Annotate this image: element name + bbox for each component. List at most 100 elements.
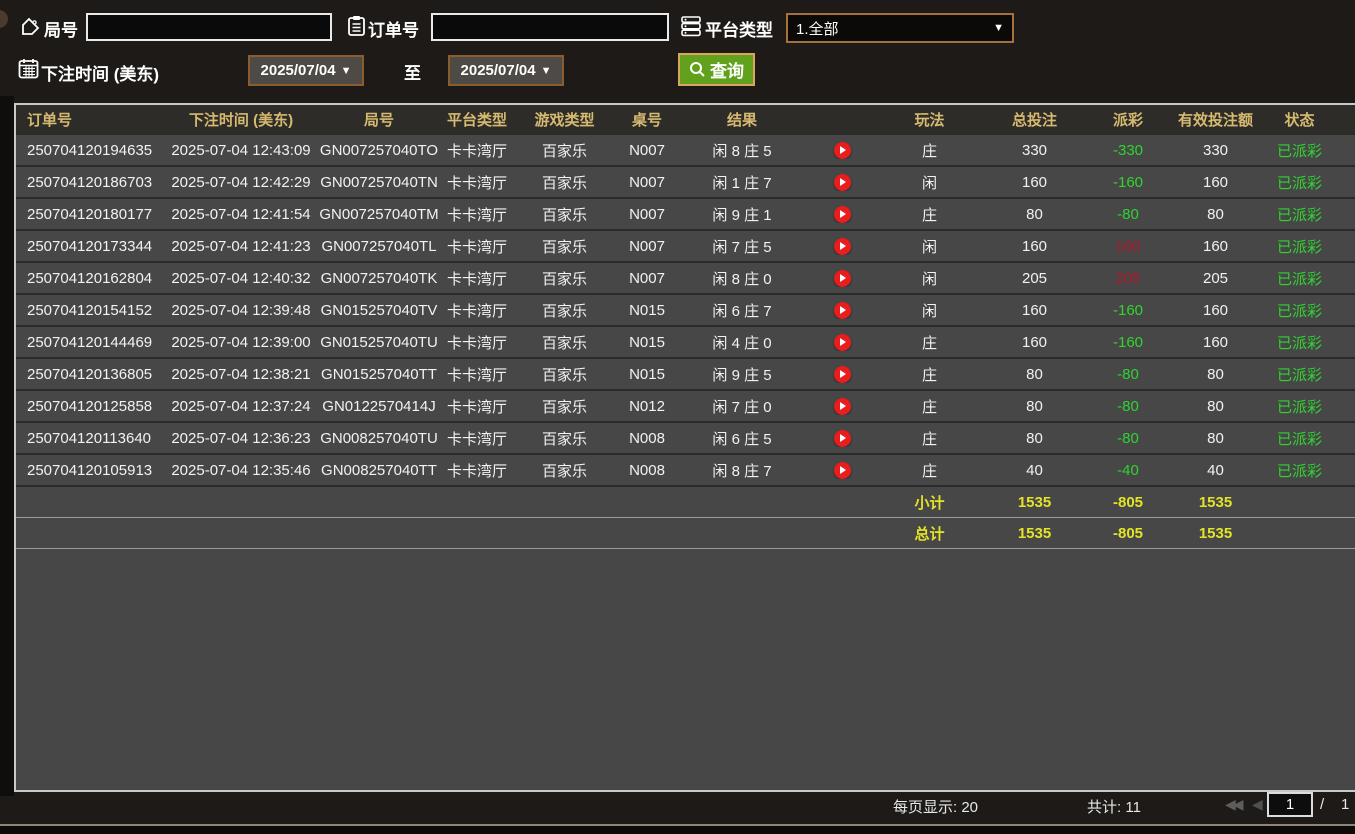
query-button[interactable]: 查询 (678, 53, 755, 86)
cell-round-id: GN015257040TT (321, 365, 437, 383)
cell-bet-time: 2025-07-04 12:40:32 (171, 269, 311, 287)
date-to-picker[interactable]: 2025/07/04 ▼ (448, 55, 564, 86)
cell-platform: 卡卡湾厅 (446, 302, 507, 320)
cell-platform: 卡卡湾厅 (446, 430, 507, 448)
cell-round-id: GN007257040TN (320, 173, 438, 191)
cell-order-id: 250704120125858 (27, 397, 153, 415)
table-row[interactable]: 250704120113640 2025-07-04 12:36:23 GN00… (16, 421, 1355, 453)
page-number-input[interactable] (1267, 792, 1313, 817)
pagination-bar: 每页显示: 20 共计: 11 ◀◀ ◀ / 1 (0, 790, 1355, 826)
cell-valid-bet: 160 (1202, 333, 1229, 351)
bet-records-table: 订单号 下注时间 (美东) 局号 平台类型 游戏类型 桌号 结果 玩法 总投注 派彩 有效投注额 状态… (14, 103, 1355, 792)
cell-round-id: GN015257040TV (320, 301, 438, 319)
cell-game-type: 百家乐 (541, 142, 587, 160)
cell-order-id: 250704120105913 (27, 461, 153, 479)
play-video-icon[interactable] (833, 397, 851, 415)
cell-result: 闲 4 庄 0 (712, 334, 772, 352)
table-row[interactable]: 250704120105913 2025-07-04 12:35:46 GN00… (16, 453, 1355, 485)
order-number-input[interactable] (431, 13, 669, 41)
cell-round-id: GN007257040TM (319, 205, 439, 223)
prev-page-icon[interactable]: ◀ (1252, 796, 1263, 813)
cell-total-bet: 205 (1021, 269, 1048, 287)
table-row[interactable]: 250704120154152 2025-07-04 12:39:48 GN01… (16, 293, 1355, 325)
cell-platform: 卡卡湾厅 (446, 206, 507, 224)
table-row[interactable]: 250704120136805 2025-07-04 12:38:21 GN01… (16, 357, 1355, 389)
subtotal-row: 小计 1535 -805 1535 (16, 485, 1355, 517)
cell-platform: 卡卡湾厅 (446, 142, 507, 160)
play-video-icon[interactable] (833, 429, 851, 447)
cell-payout: -160 (1112, 333, 1144, 351)
cell-payout: -330 (1112, 141, 1144, 159)
play-video-icon[interactable] (833, 301, 851, 319)
play-video-icon[interactable] (833, 365, 851, 383)
cell-valid-bet: 80 (1207, 365, 1224, 383)
cell-status: 已派彩 (1276, 270, 1322, 288)
play-video-icon[interactable] (833, 141, 851, 159)
cell-payout: 160 (1115, 237, 1141, 255)
table-row[interactable]: 250704120125858 2025-07-04 12:37:24 GN01… (16, 389, 1355, 421)
summary-valid-bet: 1535 (1198, 524, 1233, 542)
play-video-icon[interactable] (833, 333, 851, 351)
summary-payout: -805 (1112, 524, 1144, 542)
cell-result: 闲 6 庄 5 (712, 430, 772, 448)
round-number-input[interactable] (86, 13, 332, 41)
cell-result: 闲 1 庄 7 (712, 174, 772, 192)
cell-game-type: 百家乐 (541, 302, 587, 320)
cell-round-id: GN015257040TU (320, 333, 438, 351)
column-header: 局号 (363, 111, 394, 129)
cell-total-bet: 160 (1021, 333, 1048, 351)
cell-valid-bet: 80 (1207, 397, 1224, 415)
play-video-icon[interactable] (833, 269, 851, 287)
date-to-value: 2025/07/04 (460, 62, 536, 79)
platform-type-select[interactable]: 1.全部 ▼ (786, 13, 1014, 43)
cell-play-type: 庄 (921, 398, 937, 416)
query-button-label: 查询 (710, 62, 744, 81)
cell-bet-time: 2025-07-04 12:41:23 (171, 237, 311, 255)
table-row[interactable]: 250704120194635 2025-07-04 12:43:09 GN00… (16, 133, 1355, 165)
column-header: 游戏类型 (534, 111, 595, 129)
cell-total-bet: 160 (1021, 301, 1048, 319)
cell-table-no: N007 (629, 141, 665, 159)
cell-result: 闲 9 庄 5 (712, 366, 772, 384)
cell-valid-bet: 80 (1207, 429, 1224, 447)
cell-table-no: N007 (629, 237, 665, 255)
cell-platform: 卡卡湾厅 (446, 398, 507, 416)
cell-total-bet: 160 (1021, 173, 1048, 191)
cell-table-no: N008 (629, 461, 665, 479)
column-header: 订单号 (27, 111, 73, 129)
cell-platform: 卡卡湾厅 (446, 462, 507, 480)
cell-valid-bet: 205 (1202, 269, 1229, 287)
cell-valid-bet: 80 (1207, 205, 1224, 223)
first-page-icon[interactable]: ◀◀ (1225, 796, 1243, 813)
date-from-picker[interactable]: 2025/07/04 ▼ (248, 55, 364, 86)
platform-type-label: 平台类型 (705, 21, 773, 40)
cell-order-id: 250704120136805 (27, 365, 153, 383)
cell-bet-time: 2025-07-04 12:37:24 (171, 397, 311, 415)
cell-payout: -40 (1117, 461, 1139, 479)
play-video-icon[interactable] (833, 173, 851, 191)
cell-bet-time: 2025-07-04 12:39:00 (171, 333, 311, 351)
cell-order-id: 250704120162804 (27, 269, 153, 287)
cell-valid-bet: 160 (1202, 301, 1229, 319)
table-row[interactable]: 250704120144469 2025-07-04 12:39:00 GN01… (16, 325, 1355, 357)
play-video-icon[interactable] (833, 205, 851, 223)
cell-table-no: N007 (629, 173, 665, 191)
cell-play-type: 闲 (921, 302, 937, 320)
table-row[interactable]: 250704120162804 2025-07-04 12:40:32 GN00… (16, 261, 1355, 293)
column-header: 结果 (726, 111, 757, 129)
table-row[interactable]: 250704120173344 2025-07-04 12:41:23 GN00… (16, 229, 1355, 261)
table-row[interactable]: 250704120186703 2025-07-04 12:42:29 GN00… (16, 165, 1355, 197)
play-video-icon[interactable] (833, 237, 851, 255)
calendar-icon (18, 58, 39, 79)
cell-order-id: 250704120113640 (27, 429, 152, 447)
summary-total-bet: 1535 (1017, 524, 1052, 542)
play-video-icon[interactable] (833, 461, 851, 479)
cell-total-bet: 330 (1021, 141, 1048, 159)
table-header-row: 订单号 下注时间 (美东) 局号 平台类型 游戏类型 桌号 结果 玩法 总投注 派彩 有效投注额 状态… (16, 105, 1355, 133)
cell-play-type: 庄 (921, 430, 937, 448)
edge-decoration (0, 10, 8, 28)
cell-status: 已派彩 (1276, 302, 1322, 320)
cell-valid-bet: 40 (1207, 461, 1224, 479)
cell-game-type: 百家乐 (541, 174, 587, 192)
table-row[interactable]: 250704120180177 2025-07-04 12:41:54 GN00… (16, 197, 1355, 229)
